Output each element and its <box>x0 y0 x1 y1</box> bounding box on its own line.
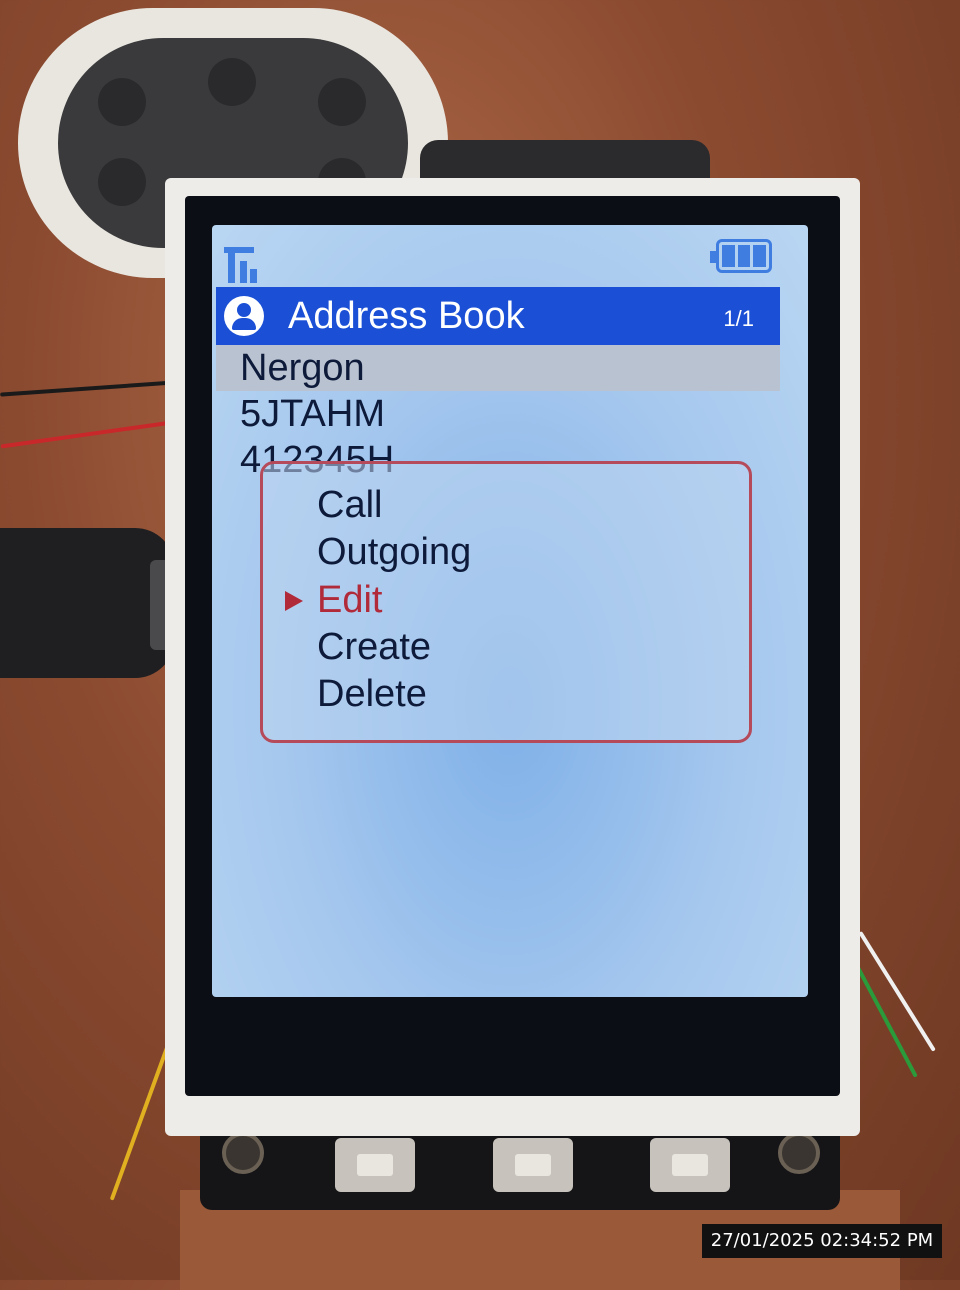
menu-item-delete[interactable]: Delete <box>317 671 427 717</box>
contact-item-selected[interactable]: Nergon <box>216 345 780 391</box>
photo-timestamp: 27/01/2025 02:34:52 PM <box>702 1224 942 1258</box>
page-counter: 1/1 <box>723 306 754 331</box>
triangle-right-icon <box>285 591 303 611</box>
title-bar: Address Book 1/1 <box>216 287 780 345</box>
signal-antenna-icon <box>224 247 257 283</box>
page-title: Address Book <box>288 295 525 337</box>
context-menu: Call Outgoing Edit Create Delete <box>260 461 752 743</box>
mount-hole <box>778 1132 820 1174</box>
battery-full-icon <box>710 239 772 273</box>
menu-item-create[interactable]: Create <box>317 624 431 670</box>
lcd-screen: Address Book 1/1 Nergon 5JTAHM 412345H C… <box>212 225 808 997</box>
mount-hole <box>222 1132 264 1174</box>
hardware-button-left[interactable] <box>335 1138 415 1192</box>
menu-item-edit[interactable]: Edit <box>317 577 382 623</box>
hardware-button-right[interactable] <box>650 1138 730 1192</box>
contact-person-icon <box>224 296 264 336</box>
wire-black <box>0 379 190 397</box>
menu-item-outgoing[interactable]: Outgoing <box>317 529 471 575</box>
status-bar <box>212 225 808 287</box>
usb-cable <box>0 528 175 678</box>
wire-red <box>0 419 180 449</box>
hardware-button-middle[interactable] <box>493 1138 573 1192</box>
menu-item-call[interactable]: Call <box>317 482 382 528</box>
wire-green <box>853 961 918 1078</box>
contact-item[interactable]: 5JTAHM <box>216 391 780 437</box>
